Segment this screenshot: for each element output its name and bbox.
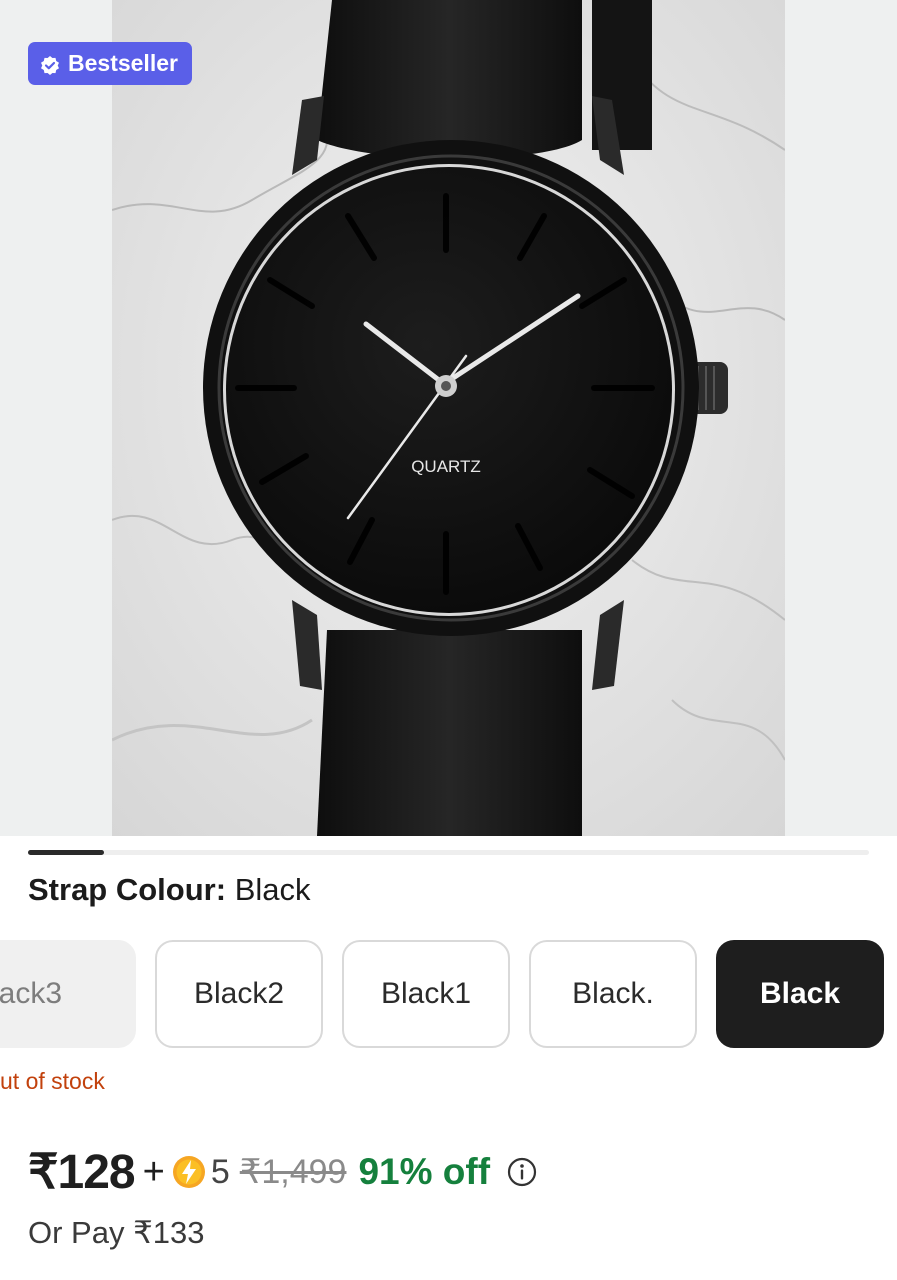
variant-option-black2[interactable]: Black2: [155, 940, 323, 1048]
dial-brand-text: QUARTZ: [411, 457, 481, 476]
discount-percent: 91% off: [358, 1151, 491, 1192]
out-of-stock-note: ut of stock: [0, 1068, 105, 1094]
bestseller-badge: Bestseller: [28, 42, 192, 85]
product-photo[interactable]: QUARTZ: [112, 0, 785, 836]
alternate-price: Or Pay ₹133: [28, 1215, 205, 1250]
selling-price: ₹128: [28, 1146, 136, 1199]
variant-option-label: Black: [759, 977, 841, 1010]
info-icon[interactable]: [506, 1156, 538, 1188]
variant-option-label: Black.: [572, 977, 654, 1010]
carousel-indicator: [28, 850, 869, 855]
badge-label: Bestseller: [68, 50, 178, 76]
coin-amount: 5: [210, 1152, 230, 1191]
variant-selected-value: Black: [234, 872, 311, 907]
original-price: ₹1,499: [239, 1153, 347, 1191]
variant-option-black3[interactable]: Black3: [0, 940, 136, 1048]
verified-check-icon: [40, 54, 60, 75]
variant-option-black-selected[interactable]: Black: [716, 940, 884, 1048]
variant-option-black1[interactable]: Black1: [342, 940, 510, 1048]
price-row: ₹128 + 5 ₹1,499 91% off: [28, 1142, 538, 1202]
plus-sign: +: [142, 1150, 165, 1193]
variant-option-label: Black1: [380, 977, 472, 1010]
variant-option-label: Black2: [193, 977, 285, 1010]
variant-option-label: Black3: [0, 977, 63, 1010]
variant-heading: Strap Colour: Black: [28, 872, 311, 908]
variant-option-black-dot[interactable]: Black.: [529, 940, 697, 1048]
carousel-indicator-thumb: [28, 850, 104, 855]
variant-label: Strap Colour:: [28, 872, 227, 907]
product-image-gallery[interactable]: QUARTZ Bestseller: [0, 0, 897, 836]
variant-options: Black3 Black2 Black1 Black. Black: [0, 940, 897, 1048]
lightning-coin-icon: [171, 1154, 207, 1190]
